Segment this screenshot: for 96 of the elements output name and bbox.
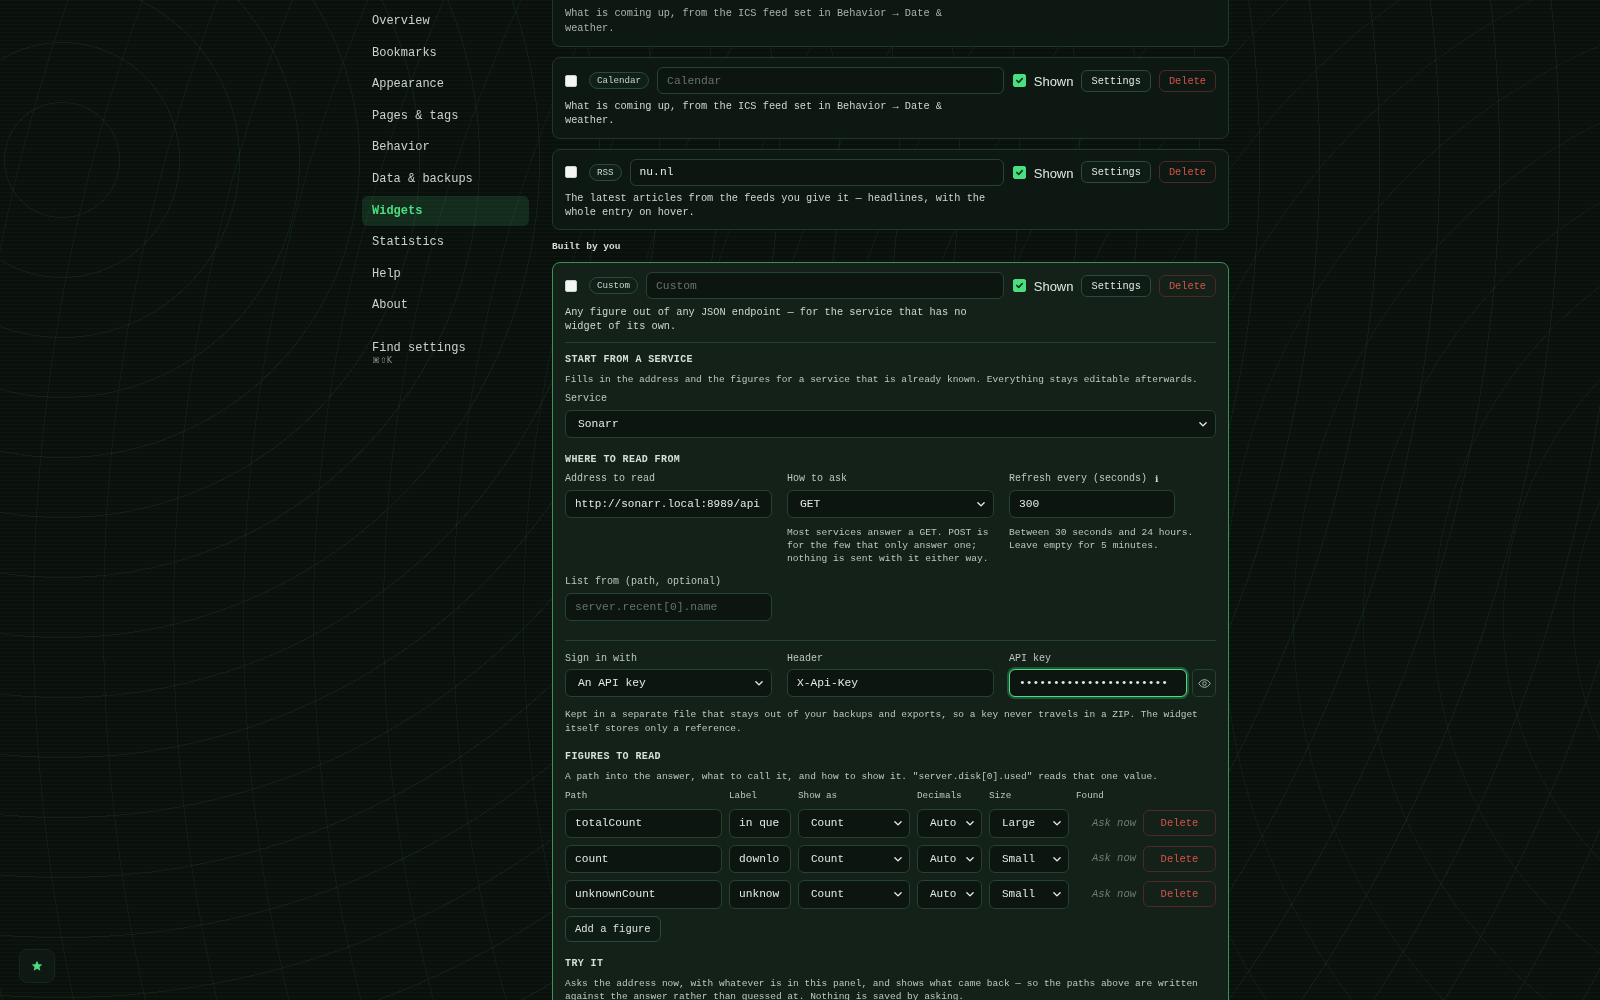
header-field[interactable]: X-Api-Key (787, 669, 994, 698)
field-help: Most services answer a GET. POST is for the few that only answer one; nothing is sent with it either way. (787, 525, 990, 566)
show-as-select[interactable]: Count (798, 844, 910, 874)
widget-description: The latest articles from the feeds you give it — headlines, with the whole entry on hover. (565, 190, 987, 220)
field-label: List from (path, optional) (565, 575, 723, 590)
settings-button[interactable]: Settings (1081, 69, 1151, 92)
decimals-select[interactable]: Auto (917, 844, 982, 874)
field-label: API key (1009, 651, 1052, 666)
nav-link[interactable]: About (362, 290, 529, 321)
widget-name-field[interactable]: Calendar (657, 67, 1004, 94)
find-settings-link[interactable]: Find settings (372, 340, 466, 356)
settings-button[interactable]: Settings (1081, 274, 1151, 297)
widget-name-field[interactable]: nu.nl (629, 158, 1004, 186)
column-header: Found (1076, 788, 1105, 803)
star-button[interactable] (19, 949, 55, 983)
group-heading: Built by you (552, 240, 622, 255)
decimals-select[interactable]: Auto (917, 809, 982, 838)
field-help: Between 30 seconds and 24 hours. Leave empty for 5 minutes. (1009, 525, 1195, 553)
method-select[interactable]: GET (787, 489, 994, 518)
shown-label[interactable]: Shown (1033, 163, 1074, 184)
delete-button[interactable]: Delete (1158, 274, 1216, 297)
label-field[interactable]: in que (729, 809, 791, 838)
widget-tag: Calendar (589, 72, 650, 89)
delete-button[interactable]: Delete (1143, 810, 1216, 837)
nav-link[interactable]: Appearance (362, 69, 529, 100)
nav-link[interactable]: Bookmarks (362, 37, 529, 68)
widget-description: Any figure out of any JSON endpoint — for the service that has no widget of its own. (565, 305, 968, 334)
star-icon (31, 960, 43, 972)
service-select[interactable]: Sonarr (565, 409, 1216, 438)
path-field[interactable]: count (565, 844, 722, 874)
select-checkbox[interactable] (565, 74, 577, 87)
size-select[interactable]: Large (989, 809, 1069, 838)
show-as-select[interactable]: Count (798, 880, 910, 909)
sign-in-select[interactable]: An API key (565, 669, 772, 698)
nav-link[interactable]: Widgets (362, 195, 529, 226)
field-label: Header (787, 651, 824, 666)
nav-link[interactable]: Help (362, 258, 529, 289)
widget-description: What is coming up, from the ICS feed set in Behavior → Date & weather. (565, 6, 943, 36)
widget-name-field[interactable]: Custom (646, 272, 1004, 300)
section-help: Kept in a separate file that stays out of your backups and exports, so a key never travels in a ZIP. The widget itself stores only a reference. (565, 707, 1199, 736)
column-header: Decimals (917, 788, 963, 803)
show-key-button[interactable] (1192, 669, 1216, 698)
section-heading: WHERE TO READ FROM (565, 452, 682, 467)
size-select[interactable]: Small (989, 844, 1069, 874)
widget-tag: Custom (589, 277, 639, 295)
shown-checkbox[interactable] (1012, 165, 1026, 179)
shown-checkbox[interactable] (1012, 74, 1026, 87)
section-heading: START FROM A SERVICE (565, 352, 695, 367)
field-label: Sign in with (565, 651, 638, 666)
delete-button[interactable]: Delete (1158, 161, 1216, 184)
settings-button[interactable]: Settings (1081, 161, 1151, 184)
nav-link[interactable]: Pages & tags (362, 100, 529, 131)
delete-button[interactable]: Delete (1143, 845, 1216, 872)
nav-link[interactable]: Overview (362, 6, 529, 36)
nav-link[interactable]: Statistics (362, 227, 529, 258)
nav-link[interactable]: Behavior (362, 132, 529, 163)
widget-tag: RSS (589, 163, 622, 181)
show-as-select[interactable]: Count (798, 809, 910, 838)
address-field[interactable]: http://sonarr.local:8989/api (565, 489, 772, 518)
field-label: Refresh every (seconds) (1009, 472, 1148, 487)
refresh-field[interactable]: 300 (1009, 489, 1175, 518)
size-select[interactable]: Small (989, 880, 1069, 909)
field-label: How to ask (787, 472, 848, 487)
found-status: Ask now (1090, 886, 1136, 902)
info-icon[interactable]: ℹ (1155, 473, 1159, 486)
decimals-select[interactable]: Auto (917, 880, 982, 909)
section-help: A path into the answer, what to call it, and how to show it. "server.disk[0].used" reads that one value. (565, 769, 1159, 784)
label-field[interactable]: unknow (729, 880, 791, 909)
section-help: Fills in the address and the figures for a service that is already known. Everything stays editable afterwards. (565, 372, 1199, 387)
eye-icon (1197, 678, 1211, 688)
shortcut-hint: ⌘⇧K (372, 355, 392, 366)
api-key-field[interactable]: •••••••••••••••••••••• (1009, 669, 1187, 698)
column-header: Size (989, 788, 1013, 803)
label-field[interactable]: downlo (729, 844, 791, 874)
widget-description: What is coming up, from the ICS feed set in Behavior → Date & weather. (565, 99, 943, 128)
section-heading: FIGURES TO READ (565, 749, 662, 764)
field-label: Service (565, 392, 608, 407)
found-status: Ask now (1090, 815, 1136, 831)
select-checkbox[interactable] (565, 279, 577, 292)
delete-button[interactable]: Delete (1158, 69, 1216, 92)
column-header: Label (729, 788, 758, 803)
shown-label[interactable]: Shown (1033, 277, 1074, 297)
column-header: Show as (798, 788, 839, 803)
shown-checkbox[interactable] (1012, 279, 1026, 293)
shown-label[interactable]: Shown (1033, 72, 1074, 92)
field-label: Address to read (565, 472, 656, 487)
column-header: Path (565, 788, 589, 803)
path-field[interactable]: unknownCount (565, 880, 722, 909)
path-field[interactable]: totalCount (565, 809, 722, 838)
found-status: Ask now (1090, 851, 1136, 867)
section-heading: TRY IT (565, 956, 605, 971)
select-checkbox[interactable] (565, 166, 577, 179)
list-path-field[interactable]: server.recent[0].name (565, 592, 772, 621)
nav-link[interactable]: Data & backups (362, 163, 529, 194)
add-figure-button[interactable]: Add a figure (565, 915, 661, 942)
delete-button[interactable]: Delete (1143, 881, 1216, 908)
